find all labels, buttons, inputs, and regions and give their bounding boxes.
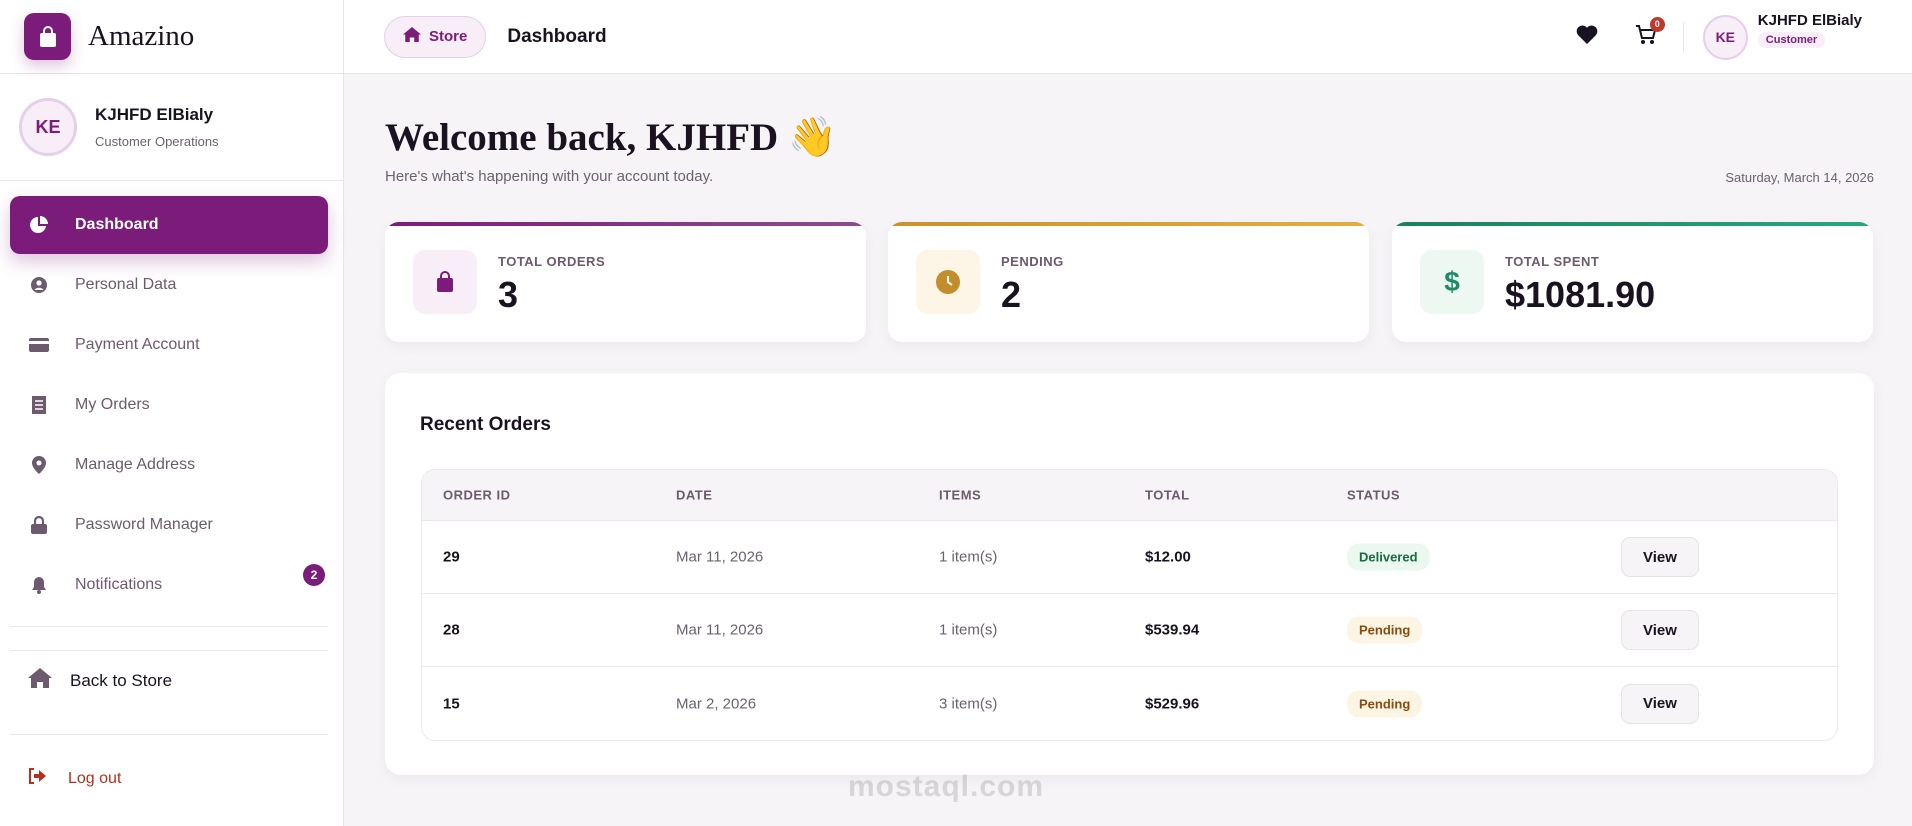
status-badge: Delivered [1347, 543, 1430, 571]
logout-label: Log out [68, 769, 122, 787]
divider [10, 734, 328, 735]
welcome-heading: Welcome back, KJHFD 👋 [385, 116, 837, 159]
view-order-button[interactable]: View [1621, 683, 1699, 724]
sidebar-item-manage-address[interactable]: Manage Address [10, 436, 328, 494]
view-order-button[interactable]: View [1621, 537, 1699, 577]
recent-orders-panel: Recent Orders ORDER ID DATE ITEMS TOTAL … [385, 373, 1874, 775]
order-date: Mar 11, 2026 [676, 548, 764, 566]
table-row: 29 Mar 11, 2026 1 item(s) $12.00 Deliver… [422, 521, 1837, 594]
sidebar-item-label: Payment Account [75, 336, 200, 353]
order-items: 1 item(s) [939, 621, 998, 639]
order-date: Mar 2, 2026 [676, 695, 757, 712]
back-to-store-label: Back to Store [70, 670, 173, 690]
profile-role: Customer Operations [95, 134, 219, 149]
order-date: Mar 11, 2026 [676, 621, 764, 639]
order-total: $529.96 [1145, 695, 1200, 712]
profile-name: KJHFD ElBialy [95, 105, 214, 124]
heart-icon[interactable] [1576, 25, 1598, 49]
user-avatar[interactable]: KE [1702, 14, 1748, 60]
table-header: ORDER ID DATE ITEMS TOTAL STATUS [422, 470, 1837, 521]
store-button[interactable]: Store [384, 15, 487, 58]
status-badge: Pending [1347, 616, 1423, 644]
sidebar: Amazino KE KJHFD ElBialy Customer Operat… [0, 0, 344, 826]
pie-chart-icon [28, 216, 50, 234]
stat-label: TOTAL SPENT [1505, 254, 1600, 269]
cart-button[interactable]: 0 [1635, 16, 1665, 50]
divider [10, 650, 328, 651]
sidebar-item-label: Dashboard [75, 216, 159, 233]
sidebar-item-label: Personal Data [75, 276, 177, 293]
welcome-subtitle: Here's what's happening with your accoun… [385, 168, 714, 185]
lock-icon [28, 516, 50, 534]
stat-value: 3 [498, 274, 519, 315]
stat-value: 2 [1001, 274, 1022, 315]
logout-icon [28, 768, 46, 789]
order-id: 15 [443, 695, 460, 712]
status-badge: Pending [1347, 690, 1423, 717]
order-items: 1 item(s) [939, 548, 998, 566]
stat-card-total-spent: $ TOTAL SPENT $1081.90 [1392, 222, 1873, 342]
cart-count-badge: 0 [1649, 16, 1665, 32]
page-title: Dashboard [507, 25, 607, 47]
clock-icon [916, 250, 980, 314]
recent-orders-title: Recent Orders [420, 414, 551, 435]
brand[interactable]: Amazino [0, 0, 343, 74]
column-header: ITEMS [939, 487, 982, 503]
sidebar-item-personal-data[interactable]: Personal Data [10, 256, 328, 314]
sidebar-item-label: Password Manager [75, 516, 213, 533]
receipt-icon [28, 396, 50, 414]
stat-card-pending: PENDING 2 [888, 222, 1369, 342]
stat-card-total-orders: TOTAL ORDERS 3 [385, 222, 866, 342]
map-pin-icon [28, 456, 50, 474]
stat-value: $1081.90 [1505, 274, 1656, 315]
sidebar-item-label: My Orders [75, 396, 150, 413]
divider [10, 626, 328, 627]
user-role-badge: Customer [1757, 32, 1826, 48]
sidebar-nav: Dashboard Personal Data Payment Account … [10, 196, 328, 616]
order-items: 3 item(s) [939, 695, 998, 712]
bell-icon [28, 576, 50, 594]
credit-card-icon [28, 338, 50, 352]
order-id: 28 [443, 621, 460, 639]
sidebar-item-label: Notifications [75, 576, 163, 593]
orders-table: ORDER ID DATE ITEMS TOTAL STATUS 29 Mar … [421, 469, 1838, 741]
order-total: $539.94 [1145, 621, 1200, 639]
stat-label: TOTAL ORDERS [498, 254, 606, 269]
column-header: DATE [676, 487, 713, 503]
user-name: KJHFD ElBialy [1757, 12, 1862, 29]
column-header: ORDER ID [443, 487, 511, 503]
store-label: Store [429, 28, 468, 45]
divider [1682, 22, 1684, 52]
sidebar-item-notifications[interactable]: Notifications 2 [10, 556, 328, 614]
column-header: TOTAL [1145, 487, 1190, 503]
top-bar: Store Dashboard 0 KE KJHFD ElBialy Custo… [344, 0, 1912, 74]
avatar: KE [19, 98, 77, 156]
view-order-button[interactable]: View [1621, 610, 1699, 650]
order-id: 29 [443, 548, 460, 566]
shopping-bag-icon [24, 13, 71, 60]
shopping-bag-icon [413, 250, 477, 314]
brand-name: Amazino [88, 20, 195, 52]
notifications-badge: 2 [303, 564, 325, 586]
home-icon [403, 27, 421, 46]
column-header: STATUS [1347, 487, 1401, 503]
watermark: mostaql.com [848, 770, 1045, 803]
dollar-icon: $ [1420, 250, 1484, 314]
stat-label: PENDING [1001, 254, 1064, 269]
current-date: Saturday, March 14, 2026 [1725, 170, 1874, 185]
cart-icon [1635, 24, 1657, 49]
sidebar-item-my-orders[interactable]: My Orders [10, 376, 328, 434]
logout-link[interactable]: Log out [28, 768, 121, 789]
sidebar-item-label: Manage Address [75, 456, 196, 473]
order-total: $12.00 [1145, 548, 1191, 566]
table-row: 28 Mar 11, 2026 1 item(s) $539.94 Pendin… [422, 594, 1837, 667]
back-to-store-link[interactable]: Back to Store [28, 668, 172, 693]
user-circle-icon [28, 277, 50, 293]
sidebar-item-dashboard[interactable]: Dashboard [10, 196, 328, 254]
home-icon [28, 668, 52, 693]
profile-card: KE KJHFD ElBialy Customer Operations [0, 74, 343, 181]
table-row: 15 Mar 2, 2026 3 item(s) $529.96 Pending… [422, 667, 1837, 740]
sidebar-item-password-manager[interactable]: Password Manager [10, 496, 328, 554]
sidebar-item-payment-account[interactable]: Payment Account [10, 316, 328, 374]
